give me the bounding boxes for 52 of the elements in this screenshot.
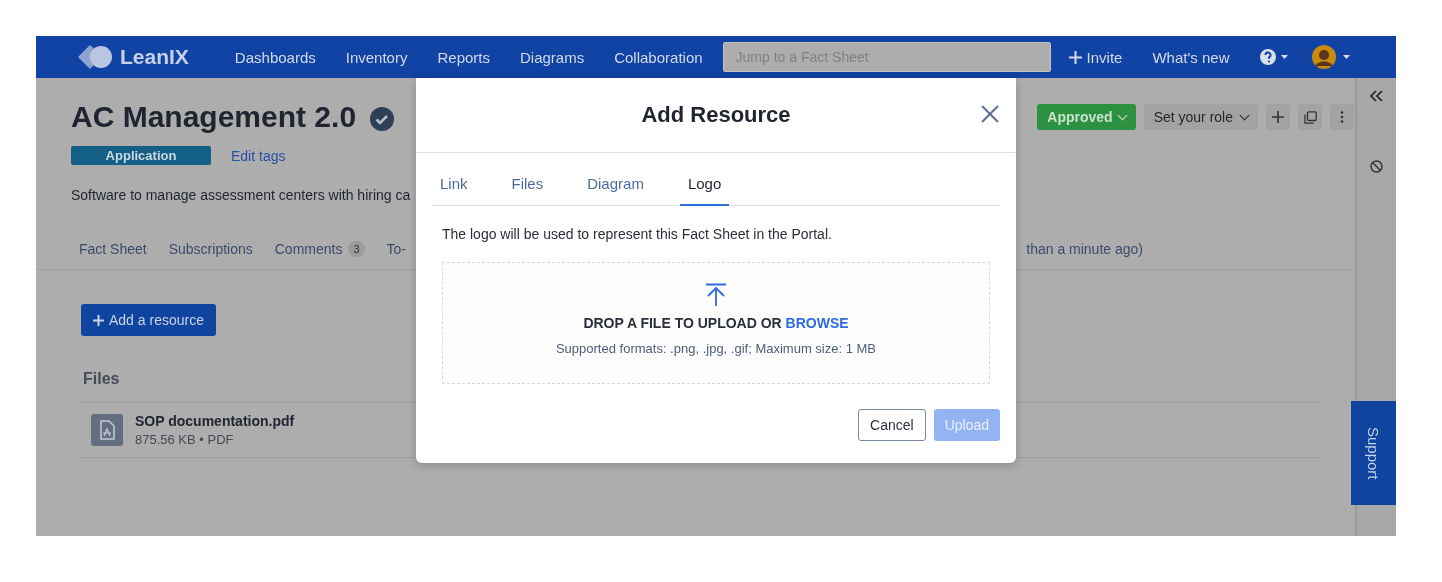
nav-link[interactable]: Inventory (345, 48, 408, 66)
edit-tags-link[interactable]: Edit tags (231, 147, 286, 164)
collapse-icon[interactable] (1369, 90, 1384, 102)
count-badge: 3 (348, 241, 365, 257)
updated-text: than a minute ago) (1026, 241, 1143, 257)
support-tab[interactable]: Support (1351, 401, 1396, 505)
format-hint: Supported formats: .png, .jpg, .gif; Maximum size: 1 MB (555, 341, 877, 356)
more-button[interactable] (1330, 104, 1354, 130)
page-tab[interactable]: To- (386, 241, 406, 257)
more-icon (1340, 111, 1344, 123)
logo-text: LeanIX (120, 45, 189, 69)
blocked-icon (1370, 160, 1383, 173)
whats-new-link[interactable]: What's new (1152, 48, 1230, 66)
help-icon (1259, 48, 1290, 66)
copy-button[interactable] (1298, 104, 1322, 130)
page-tab[interactable]: Comments 3 (274, 241, 365, 257)
help-menu[interactable] (1259, 48, 1290, 66)
pdf-file-icon (91, 414, 123, 446)
nav-link[interactable]: Collaboration (614, 48, 703, 66)
dialog-tab[interactable]: Files (503, 175, 552, 206)
drop-instruction: DROP A FILE TO UPLOAD OR BROWSE (583, 315, 849, 331)
fact-sheet-title: AC Management 2.0 (71, 100, 357, 134)
drop-zone[interactable]: DROP A FILE TO UPLOAD OR BROWSE Supported formats: .png, .jpg, .gif; Maximum size: 1 MB (442, 262, 990, 384)
browse-link[interactable]: BROWSE (785, 315, 849, 331)
page-tab[interactable]: Fact Sheet (79, 241, 147, 257)
role-dropdown[interactable]: Set your role (1143, 104, 1258, 130)
cancel-button[interactable]: Cancel (858, 409, 926, 441)
nav-link[interactable]: Dashboards (234, 48, 316, 66)
verified-check-icon (370, 107, 395, 131)
description-text: Software to manage assessment centers with hiring ca (71, 187, 411, 203)
dialog-description: The logo will be used to represent this Fact Sheet in the Portal. (442, 226, 833, 242)
file-meta: 875.56 KB • PDF (135, 432, 235, 447)
add-resource-button[interactable]: Add a resource (81, 304, 216, 336)
type-tag: Application (71, 146, 211, 165)
dialog-tab[interactable]: Logo (679, 175, 730, 206)
plus-icon (1272, 111, 1284, 123)
dialog-tab[interactable]: Diagram (579, 175, 652, 206)
copy-icon (1303, 110, 1317, 124)
file-name[interactable]: SOP documentation.pdf (135, 413, 295, 429)
logo-icon (78, 45, 114, 69)
nav-link[interactable]: Reports (437, 48, 490, 66)
nav-link[interactable]: Diagrams (520, 48, 585, 66)
page-tab[interactable]: Subscriptions (168, 241, 253, 257)
invite-link[interactable]: Invite (1068, 48, 1123, 66)
upload-icon (705, 283, 727, 307)
close-icon[interactable] (981, 105, 999, 123)
add-button[interactable] (1266, 104, 1290, 130)
dialog-tab[interactable]: Link (432, 175, 476, 206)
dialog-title: Add Resource (641, 102, 791, 128)
section-heading: Files (83, 370, 121, 388)
plus-icon (93, 314, 104, 326)
plus-icon (1068, 50, 1082, 64)
